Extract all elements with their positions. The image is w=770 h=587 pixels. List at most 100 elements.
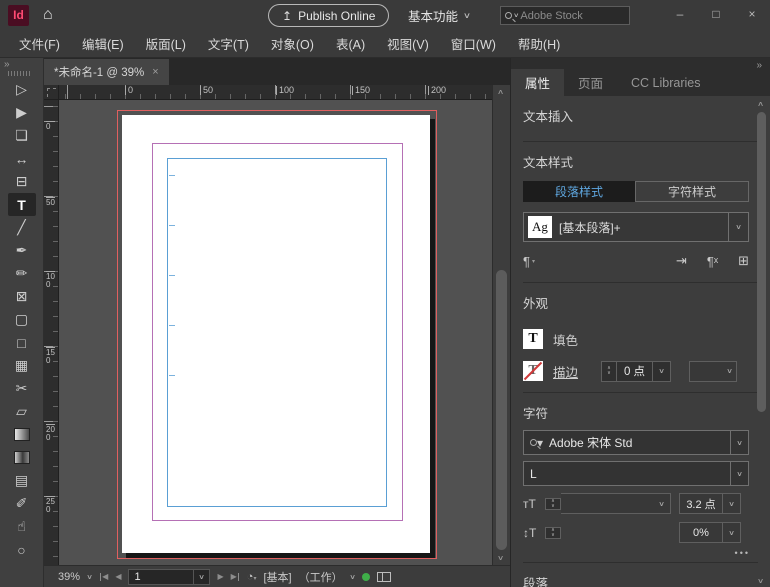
- tab-pages[interactable]: 页面: [564, 69, 617, 96]
- stock-search-box[interactable]: ∨: [500, 6, 630, 25]
- search-input[interactable]: [520, 10, 610, 22]
- chevron-down-icon[interactable]: ∨: [86, 573, 93, 581]
- ruler-origin[interactable]: [44, 85, 59, 100]
- note-tool[interactable]: ▤: [8, 469, 36, 492]
- hand-tool[interactable]: ☝: [8, 515, 36, 538]
- dropdown-arrow[interactable]: ∨: [728, 213, 748, 241]
- menu-table[interactable]: 表(A): [325, 30, 376, 57]
- redefine-style-icon[interactable]: ⇥: [676, 253, 687, 269]
- gradient-swatch-tool[interactable]: [8, 423, 36, 446]
- dropdown-arrow[interactable]: ∨: [730, 431, 748, 454]
- close-button[interactable]: ×: [734, 0, 770, 28]
- paragraph-styles-tab[interactable]: 段落样式: [523, 181, 635, 202]
- home-icon[interactable]: ⌂: [43, 6, 53, 24]
- scroll-up-icon[interactable]: ∧: [757, 100, 764, 108]
- line-tool[interactable]: ╱: [8, 216, 36, 239]
- collapse-panel-icon[interactable]: »: [756, 60, 762, 71]
- hand-tool-icon: ☝: [17, 518, 26, 535]
- menu-window[interactable]: 窗口(W): [440, 30, 507, 57]
- paragraph-style-dropdown[interactable]: Ag [基本段落]+ ∨: [523, 212, 749, 242]
- stepper-arrows[interactable]: ∧ ∨: [545, 498, 561, 510]
- stroke-swatch[interactable]: T: [523, 361, 543, 381]
- scroll-down-icon[interactable]: ∨: [757, 577, 764, 585]
- stroke-label[interactable]: 描边: [553, 362, 591, 381]
- next-page-button[interactable]: ▶: [217, 572, 223, 581]
- menu-layout[interactable]: 版面(L): [135, 30, 197, 57]
- font-style-dropdown[interactable]: L ∨: [523, 461, 749, 486]
- stroke-weight-value[interactable]: 0 点: [617, 361, 653, 382]
- publish-online-button[interactable]: ↥ Publish Online: [268, 4, 389, 27]
- tab-properties[interactable]: 属性: [511, 69, 564, 96]
- page-tool[interactable]: ❏: [8, 124, 36, 147]
- tab-cc-libraries[interactable]: CC Libraries: [617, 69, 714, 96]
- leading-dropdown[interactable]: ∨: [723, 493, 741, 514]
- vertical-scrollbar[interactable]: ∧ ∨: [492, 85, 510, 565]
- paragraph-mark-icon[interactable]: ¶: [523, 254, 530, 269]
- preflight-profile[interactable]: [基本]: [263, 569, 291, 585]
- menu-edit[interactable]: 编辑(E): [71, 30, 135, 57]
- close-tab-icon[interactable]: ×: [152, 66, 158, 78]
- dropdown-arrow[interactable]: ∨: [654, 500, 670, 508]
- pen-tool[interactable]: ✒: [8, 239, 36, 262]
- rectangle-tool[interactable]: ▢: [8, 308, 36, 331]
- stepper-arrows[interactable]: ∧ ∨: [601, 361, 617, 382]
- pencil-tool[interactable]: ✏: [8, 262, 36, 285]
- menu-view[interactable]: 视图(V): [376, 30, 440, 57]
- clear-overrides-icon[interactable]: ¶ˣ: [707, 254, 718, 269]
- leading-value[interactable]: 3.2 点: [679, 493, 723, 514]
- gap-tool[interactable]: ↔: [8, 147, 36, 170]
- character-styles-tab[interactable]: 字符样式: [635, 181, 749, 202]
- zoom-tool[interactable]: ○: [8, 538, 36, 561]
- new-style-icon[interactable]: ⊞: [738, 253, 749, 269]
- font-size-combo[interactable]: ∨: [561, 493, 671, 514]
- selection-tool[interactable]: ▷: [8, 78, 36, 101]
- dropdown-arrow[interactable]: ∨: [730, 462, 748, 485]
- first-page-button[interactable]: ◀: [99, 572, 108, 581]
- scrollbar-thumb[interactable]: [496, 270, 507, 550]
- minimize-button[interactable]: –: [662, 0, 698, 28]
- eyedropper-tool[interactable]: ✐: [8, 492, 36, 515]
- font-family-dropdown[interactable]: ▾ Adobe 宋体 Std ∨: [523, 430, 749, 455]
- horizontal-grid-tool[interactable]: ▦: [8, 354, 36, 377]
- menu-help[interactable]: 帮助(H): [507, 30, 571, 57]
- scrollbar-thumb[interactable]: [757, 112, 766, 412]
- pasteboard[interactable]: [59, 100, 492, 565]
- zoom-level[interactable]: 39%: [58, 571, 80, 583]
- more-options-button[interactable]: •••: [735, 548, 750, 558]
- panel-scrollbar[interactable]: ∧ ∨: [755, 100, 769, 585]
- menu-type[interactable]: 文字(T): [197, 30, 260, 57]
- stepper-arrows[interactable]: ∧ ∨: [545, 527, 561, 539]
- document-tab-title: *未命名-1 @ 39%: [54, 64, 144, 80]
- rectangle-frame-tool[interactable]: ⊠: [8, 285, 36, 308]
- shape-tool[interactable]: □: [8, 331, 36, 354]
- stroke-type-dropdown[interactable]: ∨: [689, 361, 737, 382]
- stroke-weight-dropdown[interactable]: ∨: [653, 361, 671, 382]
- preflight-menu[interactable]: ◔▾: [247, 571, 257, 583]
- scale-dropdown[interactable]: ∨: [723, 522, 741, 543]
- previous-page-button[interactable]: ◀: [115, 572, 121, 581]
- free-transform-tool[interactable]: ▱: [8, 400, 36, 423]
- expand-panel-icon[interactable]: »: [4, 59, 10, 70]
- gradient-feather-tool[interactable]: [8, 446, 36, 469]
- chevron-down-icon[interactable]: ∨: [349, 573, 356, 581]
- scroll-down-icon[interactable]: ∨: [497, 554, 504, 562]
- page-dropdown[interactable]: ∨: [193, 570, 209, 584]
- fill-swatch[interactable]: T: [523, 329, 543, 349]
- scroll-up-icon[interactable]: ∧: [497, 88, 504, 96]
- type-tool[interactable]: T: [8, 193, 36, 216]
- direct-selection-tool[interactable]: ▶: [8, 101, 36, 124]
- app-icon[interactable]: Id: [8, 5, 29, 26]
- scissors-tool[interactable]: ✂: [8, 377, 36, 400]
- last-page-button[interactable]: ▶: [231, 572, 240, 581]
- page-number-field[interactable]: 1 ∨: [128, 569, 210, 585]
- fill-label[interactable]: 填色: [553, 330, 591, 349]
- panel-grip[interactable]: [8, 71, 32, 76]
- scale-value[interactable]: 0%: [679, 522, 723, 543]
- pages-icon[interactable]: [377, 572, 391, 582]
- workspace-switcher[interactable]: 基本功能 ∨: [408, 4, 470, 27]
- content-collector-tool[interactable]: ⊟: [8, 170, 36, 193]
- menu-file[interactable]: 文件(F): [8, 30, 71, 57]
- menu-object[interactable]: 对象(O): [260, 30, 325, 57]
- maximize-button[interactable]: □: [698, 0, 734, 28]
- document-tab[interactable]: *未命名-1 @ 39% ×: [44, 59, 169, 85]
